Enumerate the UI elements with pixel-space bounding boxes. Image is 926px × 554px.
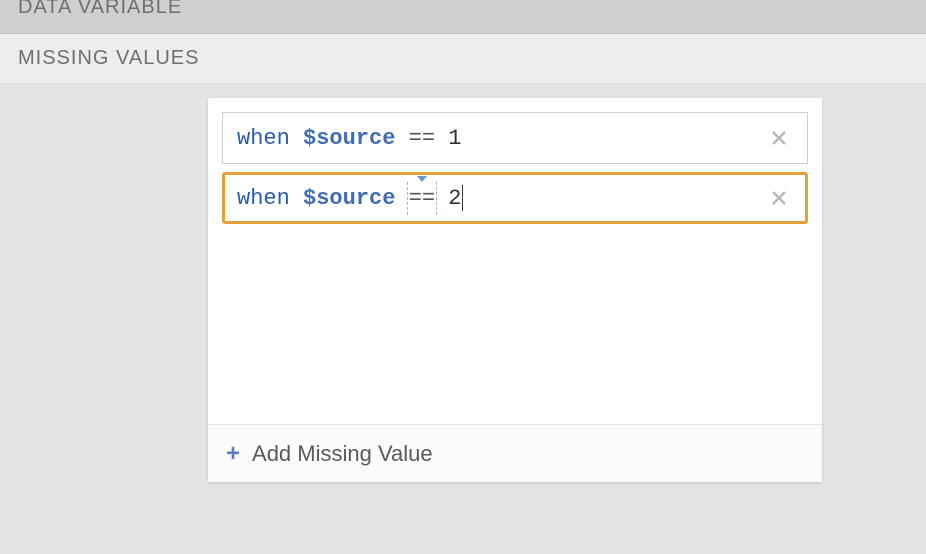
rule-expression-input[interactable]: when $source == 1 (237, 126, 765, 151)
close-icon (770, 129, 788, 147)
value-token: 2 (448, 186, 461, 211)
data-variable-section-header[interactable]: DATA VARIABLE (0, 0, 926, 34)
missing-values-panel: when $source == 1 when (208, 98, 822, 482)
operator-token: == (409, 126, 435, 151)
variable-token: $source (303, 126, 395, 151)
add-missing-value-label: Add Missing Value (252, 441, 433, 467)
add-missing-value-button[interactable]: + Add Missing Value (226, 441, 433, 467)
panel-footer: + Add Missing Value (208, 424, 822, 482)
operator-token: == (409, 186, 435, 211)
missing-values-label: MISSING VALUES (18, 47, 199, 70)
missing-value-rule[interactable]: when $source == 1 (222, 112, 808, 164)
keyword-token: when (237, 126, 290, 151)
variable-token: $source (303, 186, 395, 211)
text-cursor (462, 185, 463, 211)
value-token: 1 (448, 126, 461, 151)
chevron-down-icon (417, 176, 427, 182)
delete-rule-button[interactable] (765, 124, 793, 152)
dropdown-bracket (407, 182, 408, 215)
keyword-token: when (237, 186, 290, 211)
operator-dropdown[interactable]: == (409, 186, 435, 211)
plus-icon: + (226, 442, 240, 466)
missing-values-section-header[interactable]: MISSING VALUES (0, 34, 926, 84)
missing-value-rule[interactable]: when $source == 2 (222, 172, 808, 224)
dropdown-bracket (436, 182, 437, 215)
rule-expression-input[interactable]: when $source == 2 (237, 185, 765, 211)
missing-values-panel-area: when $source == 1 when (0, 84, 926, 482)
close-icon (770, 189, 788, 207)
rules-list: when $source == 1 when (208, 98, 822, 424)
data-variable-label: DATA VARIABLE (18, 0, 182, 17)
delete-rule-button[interactable] (765, 184, 793, 212)
